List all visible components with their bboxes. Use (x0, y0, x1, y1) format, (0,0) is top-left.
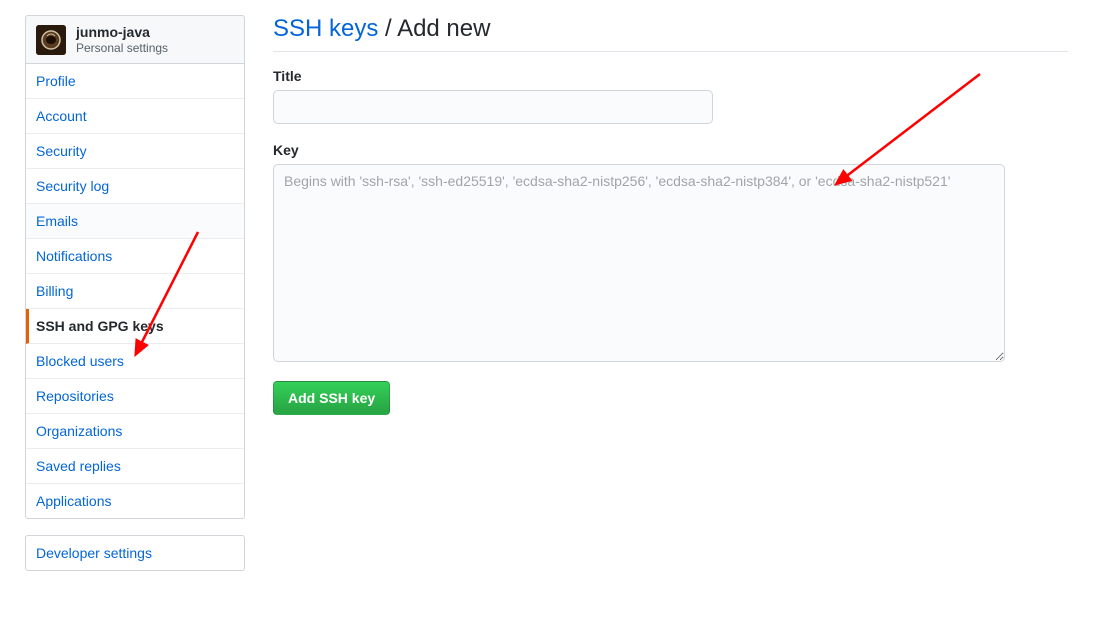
sidebar-item-security[interactable]: Security (26, 134, 244, 169)
sidebar-item-applications[interactable]: Applications (26, 484, 244, 518)
key-label: Key (273, 142, 1068, 158)
sidebar-item-blocked-users[interactable]: Blocked users (26, 344, 244, 379)
avatar (36, 25, 66, 55)
add-ssh-key-button[interactable]: Add SSH key (273, 381, 390, 415)
sidebar-item-emails[interactable]: Emails (26, 204, 244, 239)
sidebar-item-account[interactable]: Account (26, 99, 244, 134)
profile-subtitle: Personal settings (76, 41, 168, 55)
page-title: SSH keys / Add new (273, 15, 1068, 52)
profile-name: junmo-java (76, 24, 168, 41)
sidebar-item-repositories[interactable]: Repositories (26, 379, 244, 414)
nav-list: Profile Account Security Security log Em… (25, 64, 245, 519)
settings-sidebar: junmo-java Personal settings Profile Acc… (25, 15, 245, 571)
key-textarea[interactable] (273, 164, 1005, 362)
main-content: SSH keys / Add new Title Key Add SSH key (245, 15, 1068, 571)
sidebar-item-notifications[interactable]: Notifications (26, 239, 244, 274)
sidebar-item-security-log[interactable]: Security log (26, 169, 244, 204)
sidebar-item-organizations[interactable]: Organizations (26, 414, 244, 449)
breadcrumb-separator: / (378, 15, 397, 42)
sidebar-item-billing[interactable]: Billing (26, 274, 244, 309)
sidebar-item-developer-settings[interactable]: Developer settings (25, 535, 245, 571)
sidebar-item-ssh-gpg-keys[interactable]: SSH and GPG keys (26, 309, 244, 344)
profile-header: junmo-java Personal settings (25, 15, 245, 64)
title-input[interactable] (273, 90, 713, 124)
title-label: Title (273, 68, 1068, 84)
sidebar-item-profile[interactable]: Profile (26, 64, 244, 99)
breadcrumb-link[interactable]: SSH keys (273, 15, 378, 42)
sidebar-item-saved-replies[interactable]: Saved replies (26, 449, 244, 484)
breadcrumb-current: Add new (397, 15, 490, 42)
